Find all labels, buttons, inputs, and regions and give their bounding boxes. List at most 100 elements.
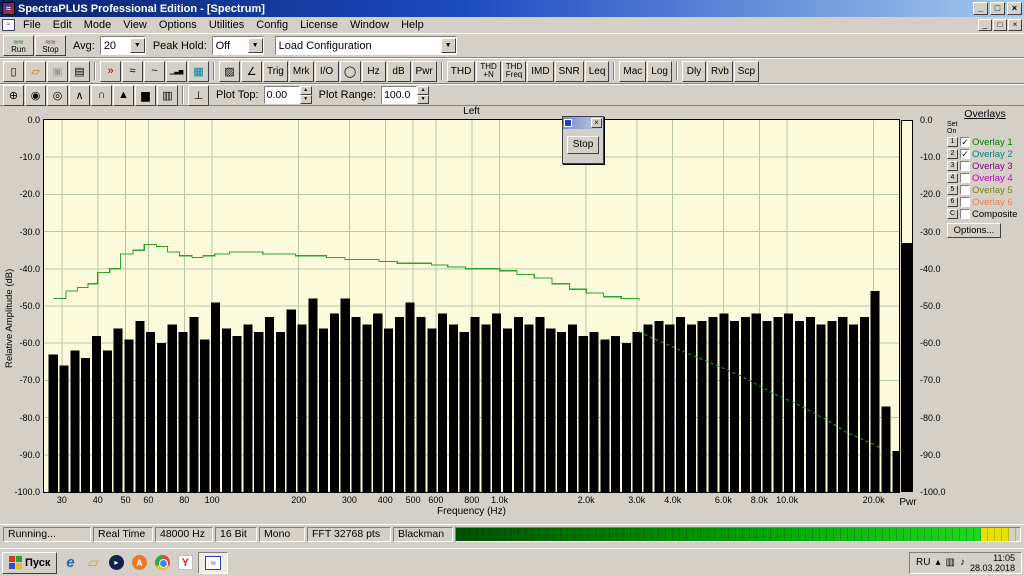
mac-button[interactable]: Mac [619, 60, 647, 82]
menu-view[interactable]: View [117, 18, 153, 32]
dly-button[interactable]: Dly [681, 60, 706, 82]
yandex-browser-icon[interactable]: Y [175, 553, 195, 573]
menu-config[interactable]: Config [250, 18, 294, 32]
peak-display-button[interactable]: ∧ [69, 84, 90, 106]
avg-dropdown[interactable]: 20 ▼ [99, 36, 146, 55]
load-configuration-dropdown[interactable]: Load Configuration ▼ [274, 36, 457, 55]
print-button[interactable]: ▤ [69, 60, 90, 82]
clock-button[interactable]: ◯ [339, 60, 361, 82]
spectraplus-task-button[interactable]: ≈ [198, 551, 229, 574]
thd-freq-button[interactable]: THD Freq [501, 60, 527, 82]
menu-utilities[interactable]: Utilities [203, 18, 250, 32]
overlay-set-button-2[interactable]: 2 [947, 149, 958, 159]
db-button[interactable]: dB [386, 60, 411, 82]
media-player-icon[interactable]: ▸ [106, 553, 126, 573]
overlay-set-button-1[interactable]: 1 [947, 137, 958, 147]
close-icon[interactable]: × [591, 118, 602, 128]
chevron-down-icon[interactable]: ▼ [247, 38, 263, 53]
trigger-button[interactable]: Trig [263, 60, 288, 82]
child-minimize-button[interactable]: _ [978, 19, 992, 31]
thd-button[interactable]: THD [446, 60, 476, 82]
phase-button[interactable]: ∠ [241, 60, 262, 82]
internet-explorer-icon[interactable]: e [60, 553, 80, 573]
chevron-down-icon[interactable]: ▼ [440, 38, 456, 53]
plot-range-spinner[interactable]: ▲ ▼ [417, 86, 430, 104]
overlay-checkbox-1[interactable]: ✓ [960, 137, 970, 147]
overlays-options-button[interactable]: Options... [947, 223, 1001, 238]
overlay-checkbox-C[interactable] [960, 209, 970, 219]
chevron-down-icon[interactable]: ▼ [129, 38, 145, 53]
cursor-toggle-button[interactable]: ◉ [25, 84, 46, 106]
clock[interactable]: 11:05 28.03.2018 [970, 553, 1015, 573]
fast-forward-button[interactable]: » [100, 60, 121, 82]
rvb-button[interactable]: Rvb [706, 60, 733, 82]
pwr-button[interactable]: Pwr [411, 60, 437, 82]
overlay-checkbox-2[interactable]: ✓ [960, 149, 970, 159]
display-settings-icon[interactable]: ▥ [946, 557, 955, 568]
menu-window[interactable]: Window [344, 18, 395, 32]
open-folder-button[interactable]: ▱ [25, 60, 46, 82]
overlay-checkbox-4[interactable] [960, 173, 970, 183]
surface-plot-button[interactable]: ▨ [219, 60, 240, 82]
menu-mode[interactable]: Mode [78, 18, 118, 32]
language-indicator[interactable]: RU [916, 557, 930, 568]
maximize-button[interactable]: □ [990, 2, 1005, 15]
peak-hold-dropdown[interactable]: Off ▼ [211, 36, 264, 55]
menu-options[interactable]: Options [153, 18, 203, 32]
filled-plot-button[interactable]: ▲ [113, 84, 134, 106]
log-button[interactable]: Log [647, 60, 672, 82]
plot-top-input[interactable] [263, 86, 300, 104]
child-close-button[interactable]: × [1008, 19, 1022, 31]
leq-button[interactable]: Leq [584, 60, 610, 82]
menu-file[interactable]: File [17, 18, 47, 32]
start-button[interactable]: Пуск [2, 551, 58, 574]
amigo-browser-icon[interactable]: A [129, 553, 149, 573]
bar-plot-button[interactable]: ▆ [135, 84, 156, 106]
save-button[interactable]: ▣ [47, 60, 68, 82]
overlay-set-button-3[interactable]: 3 [947, 161, 958, 171]
stop-dialog-titlebar[interactable]: × [563, 117, 603, 129]
plot-top-spinner[interactable]: ▲ ▼ [299, 86, 312, 104]
new-file-button[interactable]: ▯ [3, 60, 24, 82]
hidden-icons-arrow-icon[interactable]: ▴ [935, 557, 940, 568]
thd-n-button[interactable]: THD +N [476, 60, 501, 82]
minimize-button[interactable]: _ [973, 2, 988, 15]
overlay-set-button-6[interactable]: 6 [947, 197, 958, 207]
overlay-set-button-5[interactable]: 5 [947, 185, 958, 195]
time-series-button[interactable]: ≈ [122, 60, 143, 82]
line-plot-button[interactable]: ∩ [91, 84, 112, 106]
overlay-set-button-4[interactable]: 4 [947, 173, 958, 183]
hz-button[interactable]: Hz [361, 60, 386, 82]
spectrogram-button[interactable]: ▦ [188, 60, 209, 82]
plot-range-input[interactable] [381, 86, 418, 104]
child-restore-button[interactable]: □ [993, 19, 1007, 31]
markers-button[interactable]: Mrk [288, 60, 314, 82]
overlay-checkbox-3[interactable] [960, 161, 970, 171]
plot-title: Left [463, 106, 480, 117]
scp-button[interactable]: Scp [733, 60, 760, 82]
readout-toggle-button[interactable]: ◎ [47, 84, 68, 106]
overlay-checkbox-5[interactable] [960, 185, 970, 195]
io-button[interactable]: I/O [314, 60, 339, 82]
volume-icon[interactable]: ♪ [960, 557, 965, 568]
spectrum-plot[interactable] [43, 119, 900, 493]
dialog-stop-button[interactable]: Stop [567, 136, 599, 154]
zoom-button[interactable]: ⊕ [3, 84, 24, 106]
status-panel: FFT 32768 pts [307, 527, 391, 542]
overlay-set-button-C[interactable]: C [947, 209, 958, 219]
spectrum-bars-button[interactable]: ▁▃▅ [166, 60, 187, 82]
menu-edit[interactable]: Edit [47, 18, 78, 32]
waveform-button[interactable]: ~ [144, 60, 165, 82]
close-button[interactable]: × [1007, 2, 1022, 15]
imd-button[interactable]: IMD [527, 60, 554, 82]
snr-button[interactable]: SNR [554, 60, 584, 82]
chrome-icon[interactable] [152, 553, 172, 573]
menu-license[interactable]: License [294, 18, 344, 32]
run-button[interactable]: ≈≈ Run [3, 35, 34, 56]
grid-table-button[interactable]: ▥ [157, 84, 178, 106]
marker-line-button[interactable]: ⊥ [188, 84, 209, 106]
menu-help[interactable]: Help [395, 18, 430, 32]
overlay-checkbox-6[interactable] [960, 197, 970, 207]
stop-button[interactable]: ≈≈ Stop [35, 35, 66, 56]
folder-icon[interactable]: ▱ [83, 553, 103, 573]
